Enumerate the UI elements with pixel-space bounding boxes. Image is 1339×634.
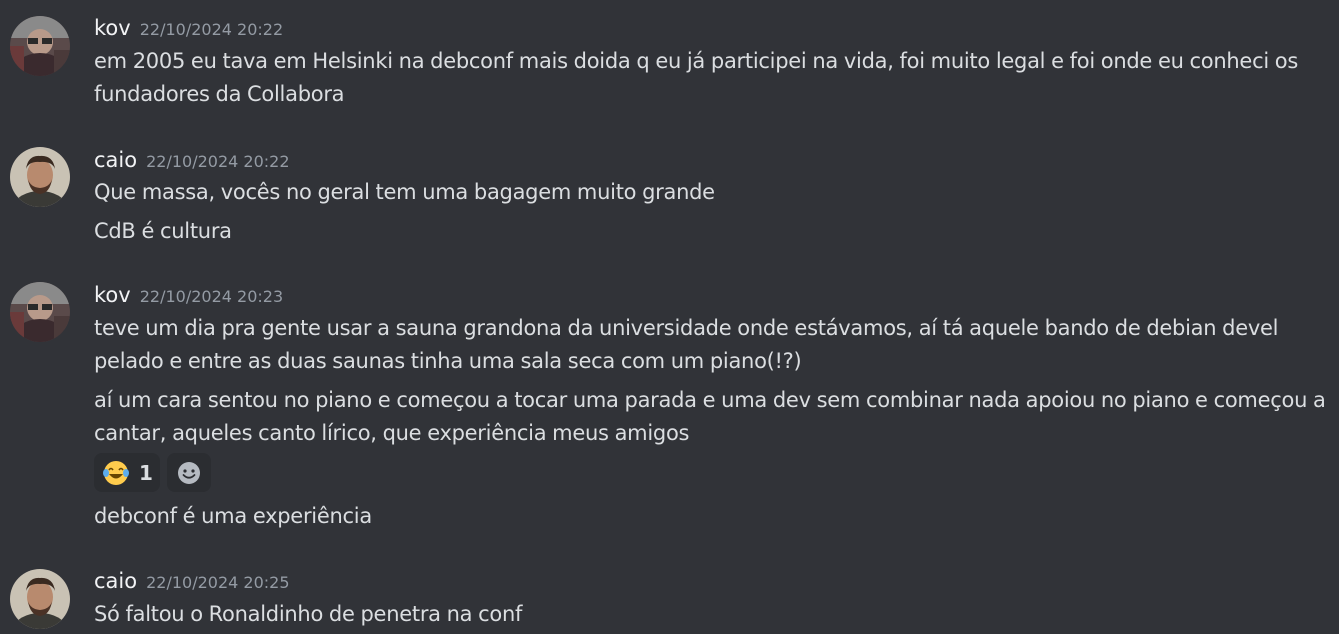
caio-avatar-image — [10, 569, 70, 629]
timestamp: 22/10/2024 20:23 — [139, 287, 284, 306]
avatar-caio[interactable] — [10, 147, 70, 207]
reaction-count: 1 — [139, 460, 153, 485]
username[interactable]: kov — [94, 16, 131, 40]
kov-avatar-image — [10, 282, 70, 342]
message-text: teve um dia pra gente usar a sauna grand… — [94, 316, 1279, 373]
kov-avatar-image — [10, 16, 70, 76]
timestamp: 22/10/2024 20:22 — [146, 152, 290, 171]
message-text: debconf é uma experiência — [94, 504, 372, 528]
username[interactable]: kov — [94, 283, 131, 307]
message-header: kov 22/10/2024 20:22 — [94, 16, 283, 40]
timestamp: 22/10/2024 20:25 — [146, 573, 290, 592]
reaction-laugh[interactable]: 1 — [94, 453, 160, 492]
message-header: caio 22/10/2024 20:25 — [94, 569, 290, 593]
add-reaction-button[interactable] — [167, 453, 211, 492]
avatar-kov[interactable] — [10, 16, 70, 76]
message-text: em 2005 eu tava em Helsinki na debconf m… — [94, 49, 1299, 106]
message-header: caio 22/10/2024 20:22 — [94, 148, 290, 172]
caio-avatar-image — [10, 147, 70, 207]
timestamp: 22/10/2024 20:22 — [139, 20, 284, 39]
message-text: CdB é cultura — [94, 219, 232, 243]
avatar-caio[interactable] — [10, 569, 70, 629]
add-reaction-icon — [178, 461, 200, 484]
username[interactable]: caio — [94, 148, 137, 172]
message-text: Que massa, vocês no geral tem uma bagage… — [94, 180, 715, 204]
face-with-tears-of-joy-icon — [103, 460, 129, 485]
username[interactable]: caio — [94, 569, 137, 593]
message-text: aí um cara sentou no piano e começou a t… — [94, 388, 1326, 445]
message-text: Só faltou o Ronaldinho de penetra na con… — [94, 602, 523, 626]
avatar-kov[interactable] — [10, 282, 70, 342]
message-header: kov 22/10/2024 20:23 — [94, 283, 283, 307]
